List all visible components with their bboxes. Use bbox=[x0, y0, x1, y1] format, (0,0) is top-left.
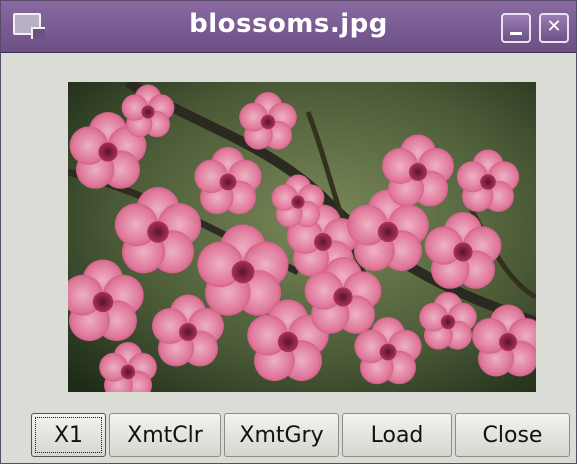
title-bar[interactable]: blossoms.jpg ✕ bbox=[1, 1, 576, 53]
button-bar: X1 XmtClr XmtGry Load Close bbox=[1, 411, 577, 461]
close-button[interactable]: Close bbox=[455, 413, 570, 457]
load-button[interactable]: Load bbox=[342, 413, 452, 457]
blossoms-image bbox=[68, 82, 536, 392]
close-window-button[interactable]: ✕ bbox=[539, 13, 569, 43]
close-icon: ✕ bbox=[546, 16, 562, 37]
image-display bbox=[68, 82, 536, 392]
xmtclr-button[interactable]: XmtClr bbox=[109, 413, 221, 457]
xmtgry-button[interactable]: XmtGry bbox=[224, 413, 339, 457]
x1-button[interactable]: X1 bbox=[31, 413, 106, 457]
minimize-button[interactable] bbox=[501, 13, 531, 43]
window-title: blossoms.jpg bbox=[189, 9, 388, 39]
minimize-icon bbox=[510, 32, 522, 35]
app-window: blossoms.jpg ✕ X1 XmtClr XmtGry Load Clo… bbox=[0, 0, 577, 464]
